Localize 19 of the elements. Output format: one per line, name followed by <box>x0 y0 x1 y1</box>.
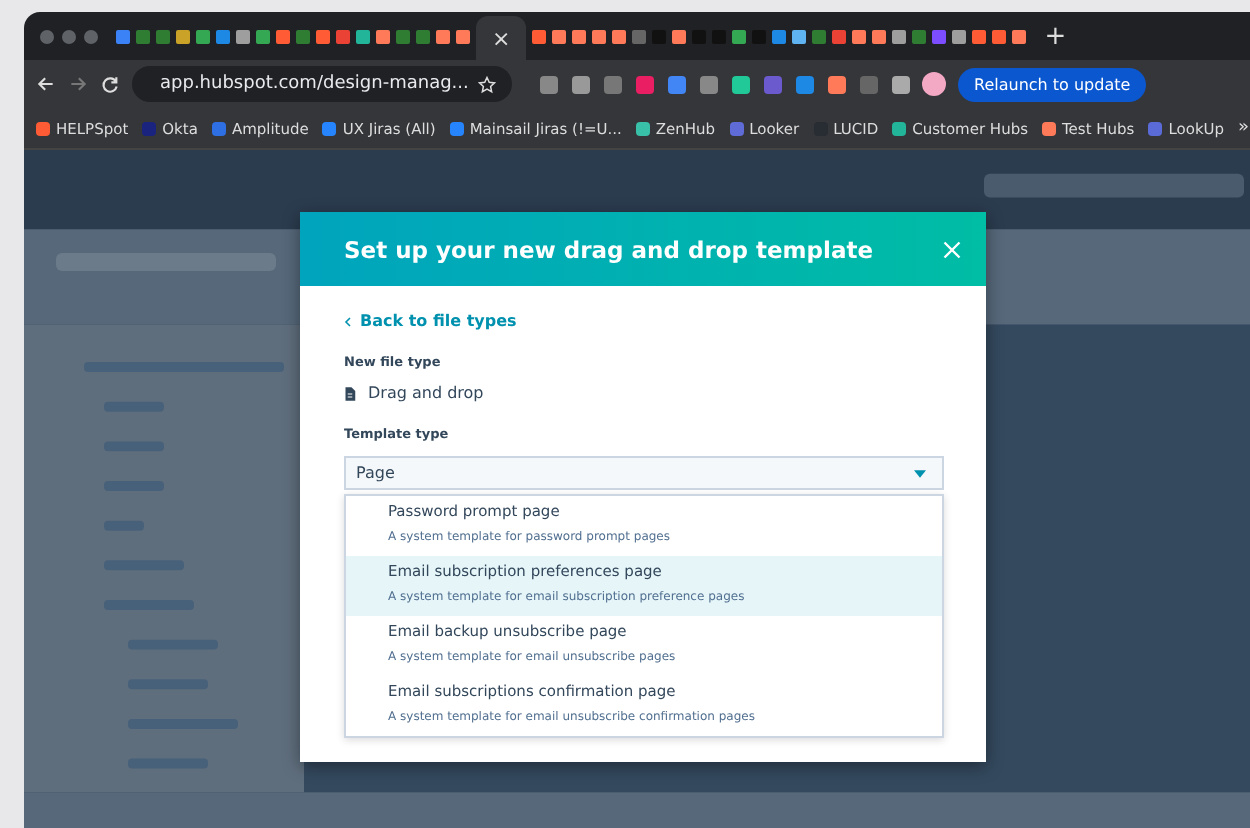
reload-icon[interactable] <box>100 74 120 94</box>
relaunch-button[interactable]: Relaunch to update <box>958 67 1147 101</box>
new-tab-button[interactable]: + <box>1044 21 1067 51</box>
forward-icon[interactable] <box>68 74 88 94</box>
window-minimize-button[interactable] <box>62 29 76 43</box>
template-type-select[interactable]: Page <box>344 456 944 490</box>
back-link[interactable]: Back to file types <box>344 312 517 330</box>
back-icon[interactable] <box>36 74 56 94</box>
caret-icon <box>914 469 926 477</box>
profile-avatar-icon[interactable] <box>922 72 946 96</box>
modal-title: Set up your new drag and drop template <box>344 235 874 263</box>
window-zoom-button[interactable] <box>84 29 98 43</box>
address-bar[interactable]: app.hubspot.com/design-manag... <box>132 66 512 102</box>
bookmark-star-icon[interactable] <box>478 75 496 93</box>
chevron-left-icon <box>344 315 352 327</box>
more-bookmarks-button[interactable]: » <box>1238 118 1250 138</box>
file-type-value: Drag and drop <box>368 384 484 402</box>
document-icon <box>344 385 356 401</box>
window-close-button[interactable] <box>40 29 54 43</box>
